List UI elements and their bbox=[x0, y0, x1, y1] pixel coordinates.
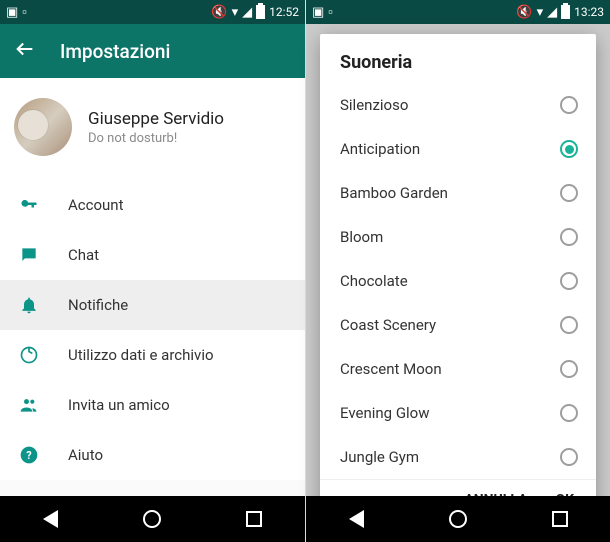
data-icon bbox=[18, 344, 40, 366]
settings-item-aiuto[interactable]: ? Aiuto bbox=[0, 430, 305, 480]
ringtone-option[interactable]: Bloom bbox=[320, 215, 596, 259]
ringtone-screen: ▣ ▫ 🔇 ▾ ◢ 13:23 Suoneria Silenzioso Antic… bbox=[305, 0, 610, 542]
ringtone-label: Bloom bbox=[340, 228, 383, 246]
svg-text:?: ? bbox=[26, 449, 31, 462]
settings-item-account[interactable]: Account bbox=[0, 180, 305, 230]
nav-recent[interactable] bbox=[552, 511, 568, 527]
ringtone-option[interactable]: Chocolate bbox=[320, 259, 596, 303]
radio-button[interactable] bbox=[560, 228, 578, 246]
signal-icon: ◢ bbox=[242, 6, 252, 19]
nav-back[interactable] bbox=[43, 510, 58, 528]
status-time: 13:23 bbox=[574, 5, 604, 19]
nav-back[interactable] bbox=[349, 510, 364, 528]
radio-button[interactable] bbox=[560, 140, 578, 158]
settings-item-notifiche[interactable]: Notifiche bbox=[0, 280, 305, 330]
settings-list: Account Chat Notifiche Utilizzo dati e arch… bbox=[0, 180, 305, 480]
notif-icon: ▣ bbox=[312, 6, 324, 19]
profile-name: Giuseppe Servidio bbox=[88, 109, 224, 129]
avatar bbox=[14, 98, 72, 156]
ringtone-option[interactable]: Evening Glow bbox=[320, 391, 596, 435]
radio-button[interactable] bbox=[560, 360, 578, 378]
ringtone-option[interactable]: Bamboo Garden bbox=[320, 171, 596, 215]
ringtone-label: Chocolate bbox=[340, 272, 408, 290]
ringtone-dialog: Suoneria Silenzioso Anticipation Bamboo Ga… bbox=[320, 34, 596, 522]
settings-item-utilizzo-dati-e-archivio[interactable]: Utilizzo dati e archivio bbox=[0, 330, 305, 380]
ringtone-option[interactable]: Jungle Gym bbox=[320, 435, 596, 479]
ringtone-label: Crescent Moon bbox=[340, 360, 442, 378]
radio-button[interactable] bbox=[560, 404, 578, 422]
dialog-title: Suoneria bbox=[320, 52, 596, 83]
notif-icon: ▫ bbox=[328, 6, 333, 19]
radio-button[interactable] bbox=[560, 448, 578, 466]
settings-item-label: Aiuto bbox=[68, 446, 103, 464]
ringtone-label: Jungle Gym bbox=[340, 448, 419, 466]
ringtone-list: Silenzioso Anticipation Bamboo Garden Bloom… bbox=[320, 83, 596, 479]
settings-item-label: Notifiche bbox=[68, 296, 128, 314]
ringtone-option[interactable]: Silenzioso bbox=[320, 83, 596, 127]
app-bar: Impostazioni bbox=[0, 24, 305, 78]
ringtone-option[interactable]: Crescent Moon bbox=[320, 347, 596, 391]
status-bar: ▣ ▫ 🔇 ▾ ◢ 13:23 bbox=[306, 0, 610, 24]
ringtone-option[interactable]: Coast Scenery bbox=[320, 303, 596, 347]
settings-item-label: Invita un amico bbox=[68, 396, 170, 414]
settings-item-invita-un-amico[interactable]: Invita un amico bbox=[0, 380, 305, 430]
settings-item-label: Chat bbox=[68, 246, 99, 264]
nav-home[interactable] bbox=[143, 510, 161, 528]
notif-icon: ▫ bbox=[22, 6, 27, 19]
appbar-title: Impostazioni bbox=[60, 40, 170, 63]
status-time: 12:52 bbox=[269, 5, 299, 19]
bell-icon bbox=[18, 294, 40, 316]
notif-icon: ▣ bbox=[6, 6, 18, 19]
mute-icon: 🔇 bbox=[211, 6, 227, 19]
battery-icon bbox=[561, 5, 570, 19]
profile-status: Do not dosturb! bbox=[88, 131, 224, 146]
ringtone-label: Evening Glow bbox=[340, 404, 430, 422]
help-icon: ? bbox=[18, 444, 40, 466]
ringtone-label: Coast Scenery bbox=[340, 316, 436, 334]
radio-button[interactable] bbox=[560, 316, 578, 334]
settings-screen: ▣ ▫ 🔇 ▾ ◢ 12:52 Impostazioni Giuseppe Se… bbox=[0, 0, 305, 542]
profile-row[interactable]: Giuseppe Servidio Do not dosturb! bbox=[0, 78, 305, 180]
invite-icon bbox=[18, 394, 40, 416]
wifi-icon: ▾ bbox=[537, 6, 544, 19]
nav-home[interactable] bbox=[449, 510, 467, 528]
wifi-icon: ▾ bbox=[232, 6, 239, 19]
ringtone-option[interactable]: Anticipation bbox=[320, 127, 596, 171]
nav-bar bbox=[306, 496, 610, 542]
settings-item-label: Account bbox=[68, 196, 124, 214]
settings-item-label: Utilizzo dati e archivio bbox=[68, 346, 214, 364]
status-bar: ▣ ▫ 🔇 ▾ ◢ 12:52 bbox=[0, 0, 305, 24]
signal-icon: ◢ bbox=[547, 6, 557, 19]
radio-button[interactable] bbox=[560, 272, 578, 290]
key-icon bbox=[18, 194, 40, 216]
ringtone-label: Anticipation bbox=[340, 140, 420, 158]
battery-icon bbox=[256, 5, 265, 19]
ringtone-label: Bamboo Garden bbox=[340, 184, 448, 202]
mute-icon: 🔇 bbox=[516, 6, 532, 19]
radio-button[interactable] bbox=[560, 184, 578, 202]
chat-icon bbox=[18, 244, 40, 266]
settings-item-chat[interactable]: Chat bbox=[0, 230, 305, 280]
radio-button[interactable] bbox=[560, 96, 578, 114]
nav-recent[interactable] bbox=[246, 511, 262, 527]
ringtone-label: Silenzioso bbox=[340, 96, 408, 114]
back-button[interactable] bbox=[14, 38, 36, 65]
nav-bar bbox=[0, 496, 305, 542]
